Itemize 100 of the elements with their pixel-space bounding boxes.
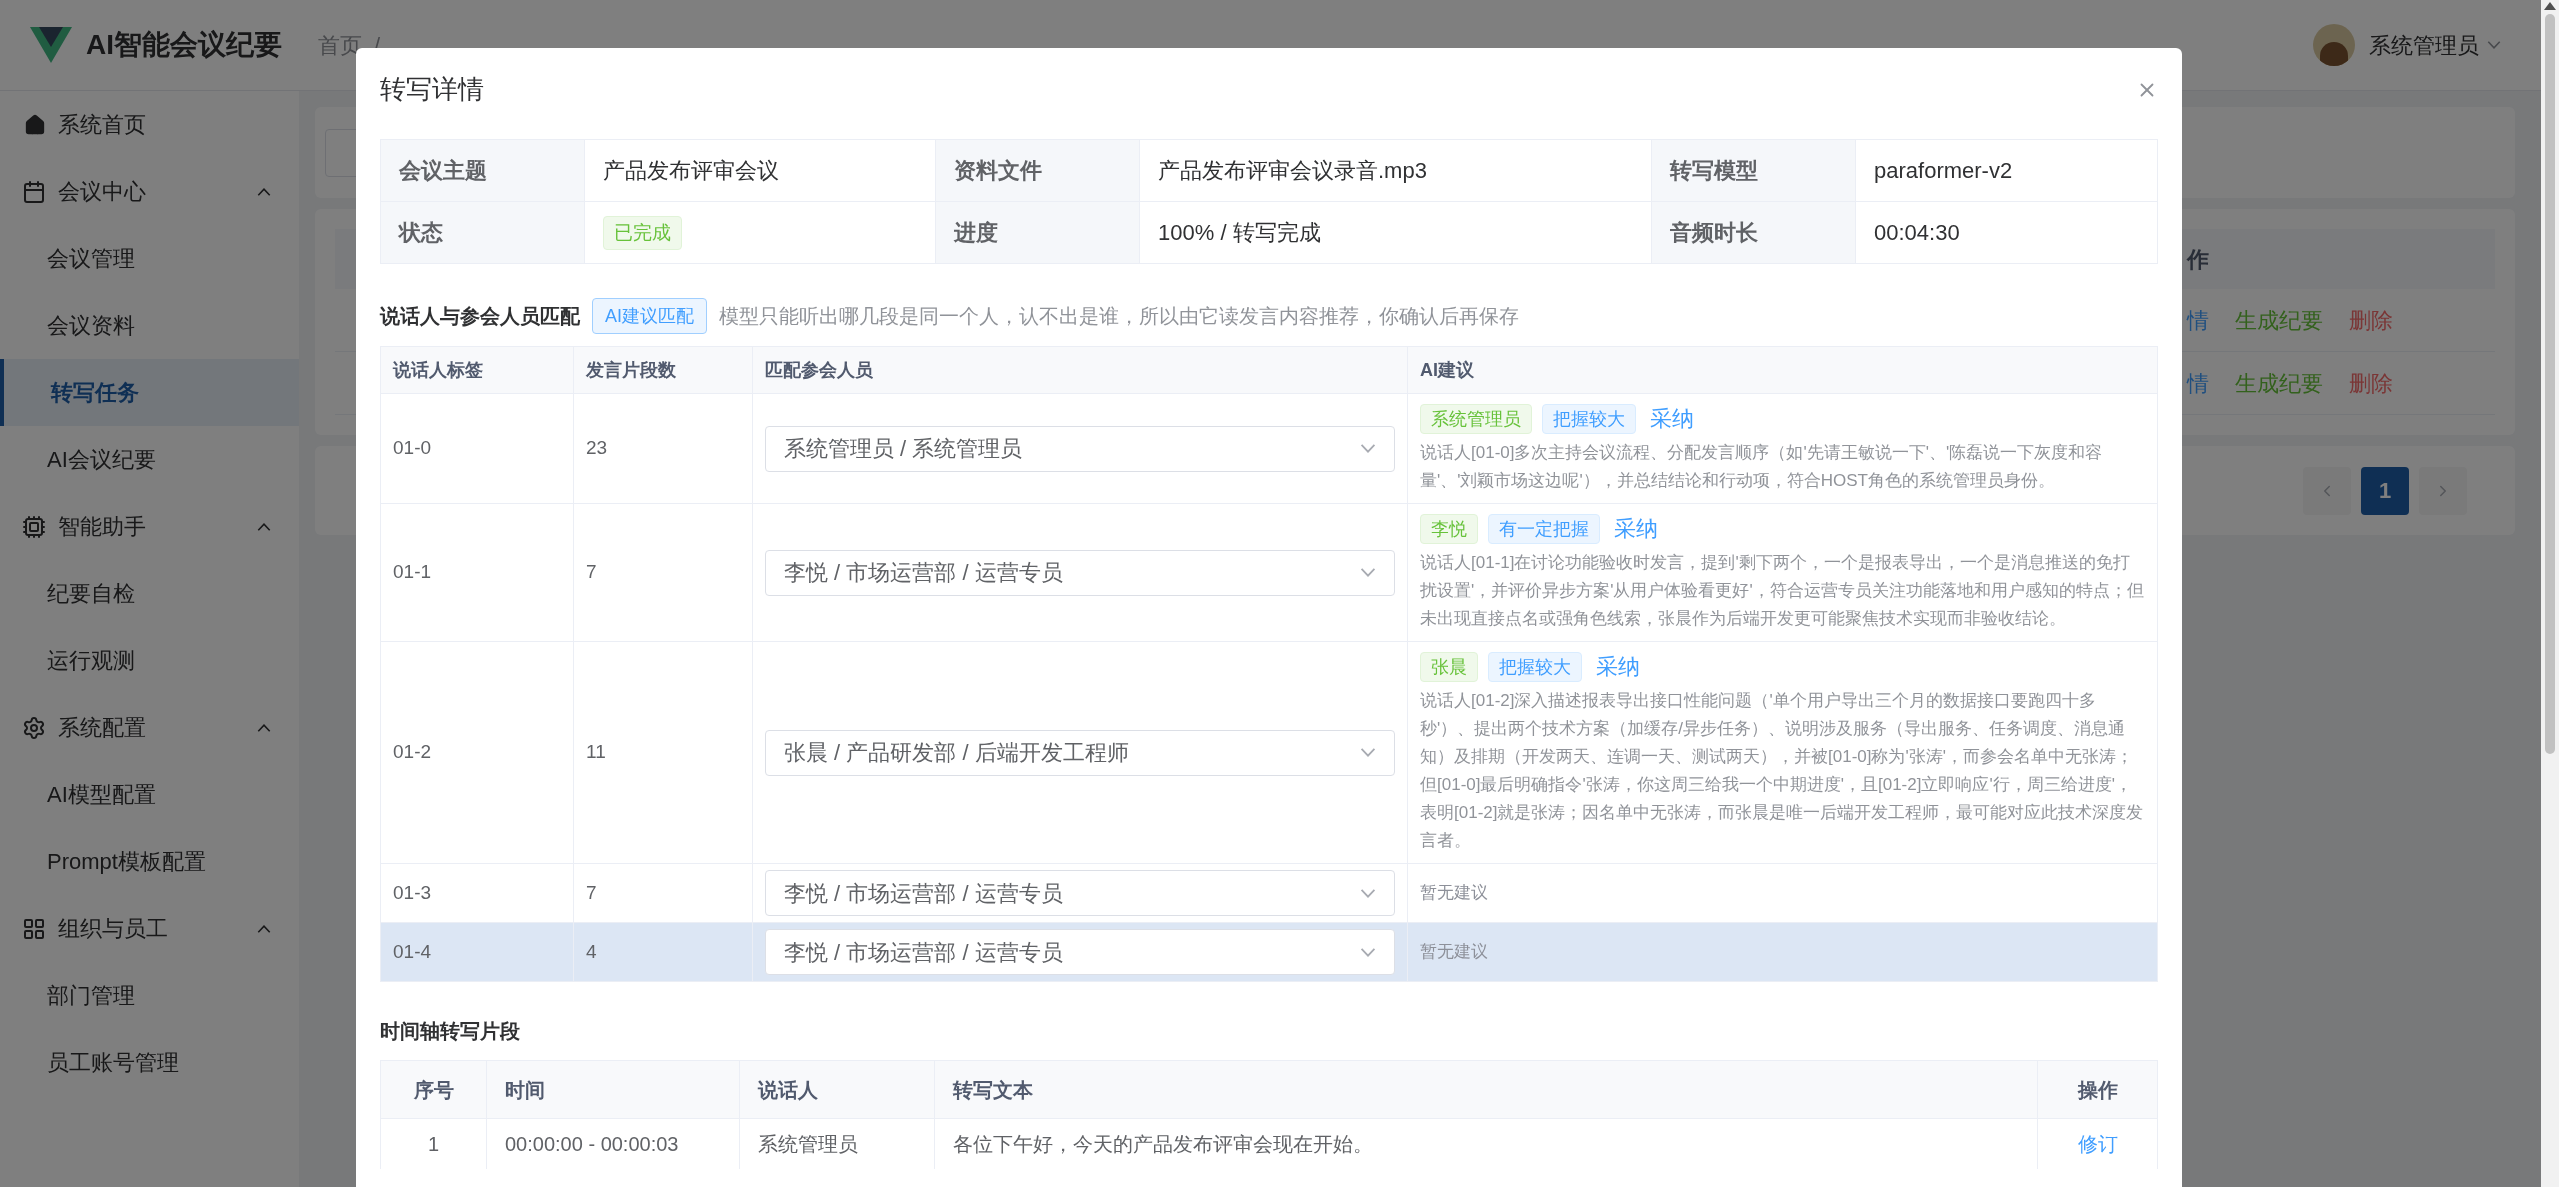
sidebar-group[interactable]: 会议中心	[0, 158, 299, 225]
sidebar-item[interactable]: 部门管理	[0, 962, 299, 1029]
info-value: paraformer-v2	[1874, 157, 2013, 185]
page-button[interactable]: 1	[2361, 466, 2409, 515]
info-value: 00:04:30	[1874, 219, 1960, 247]
suggestion-reason: 说话人[01-1]在讨论功能验收时发言，提到'剩下两个，一个是报表导出，一个是消息推送的免打扰设置'，并评价异步方案'从用户体验看更好'，符合运营专员关注功能落地和用户感知的特点；但未出现直接点名或强角色线索，张晨作为后端开发更可能聚焦技术实现而非验收结论。	[1420, 552, 2145, 630]
confidence-tag: 有一定把握	[1488, 513, 1600, 544]
name-tag: 李悦	[1420, 513, 1478, 544]
transcript-text: 各位下午好，今天的产品发布评审会现在开始。	[953, 1132, 1373, 1157]
sidebar-item[interactable]: Prompt模板配置	[0, 828, 299, 895]
chevron-up-icon	[257, 924, 271, 933]
sidebar-item[interactable]: 纪要自检	[0, 560, 299, 627]
dialog-title: 转写详情	[380, 73, 484, 106]
column-header: 操作	[2077, 1077, 2118, 1103]
chevron-down-icon	[2487, 41, 2501, 49]
chevron-down-icon	[1360, 947, 1376, 957]
attendee-select[interactable]: 李悦 / 市场运营部 / 运营专员	[765, 929, 1395, 975]
suggestion-reason: 说话人[01-0]多次主持会议流程、分配发言顺序（如'先请王敏说一下'、'陈磊说一下灰度和容量'、'刘颖市场这边呢'），并总结结论和行动项，符合HOST角色的系统管理员身份。	[1420, 442, 2104, 492]
status-tag: 已完成	[603, 215, 682, 250]
info-value: 产品发布评审会议	[603, 157, 779, 185]
sidebar-item[interactable]: 系统首页	[0, 91, 299, 158]
info-label: 资料文件	[936, 140, 1140, 201]
confidence-tag: 把握较大	[1542, 403, 1636, 434]
column-header: 时间	[505, 1077, 545, 1103]
logo-icon	[30, 27, 72, 63]
sidebar-item[interactable]: 运行观测	[0, 627, 299, 694]
group-label: 系统配置	[58, 714, 147, 742]
column-header: AI建议	[1420, 358, 1474, 382]
chip-icon	[22, 514, 46, 539]
section-title: 时间轴转写片段	[380, 1020, 520, 1042]
sidebar-item[interactable]: 会议管理	[0, 225, 299, 292]
sidebar-item[interactable]: AI会议纪要	[0, 426, 299, 493]
sidebar-group[interactable]: 智能助手	[0, 493, 299, 560]
attendee-select[interactable]: 张晨 / 产品研发部 / 后端开发工程师	[765, 729, 1395, 776]
calendar-icon	[22, 179, 46, 204]
next-page-button[interactable]	[2419, 466, 2467, 515]
info-label: 进度	[936, 202, 1140, 263]
column-header: 序号	[413, 1077, 454, 1103]
column-header: 说话人	[758, 1077, 818, 1103]
info-label: 转写模型	[1652, 140, 1856, 201]
sidebar-item[interactable]: 转写任务	[0, 359, 299, 426]
grid-icon	[22, 916, 46, 941]
column-header: 作	[2187, 246, 2209, 272]
group-label: 组织与员工	[58, 915, 169, 943]
name-tag: 系统管理员	[1420, 403, 1532, 434]
chevron-up-icon	[257, 187, 271, 196]
sidebar-item[interactable]: 会议资料	[0, 292, 299, 359]
sidebar-item[interactable]: 员工账号管理	[0, 1029, 299, 1096]
revise-link[interactable]: 修订	[2077, 1129, 2118, 1159]
attendee-select[interactable]: 李悦 / 市场运营部 / 运营专员	[765, 549, 1395, 596]
attendee-select[interactable]: 系统管理员 / 系统管理员	[765, 425, 1395, 472]
chevron-down-icon	[1360, 888, 1376, 898]
chevron-down-icon	[1360, 568, 1376, 577]
suggestion-reason: 说话人[01-2]深入描述报表导出接口性能问题（'单个用户导出三个月的数据接口要跑四十多秒'）、提出两个技术方案（加缓存/异步任务）、说明涉及服务（导出服务、任务调度、消息通知）及排期（开发两天、连调一天、测试两天），并被[01-0]称为'张涛'，而参会名单中无张涛；但[01-0]最后明确指令'张涛，你这周三给我一个中期进度'，且[01-2]立即响应'行，周三给进度'，表明[01-2]就是张涛；因名单中无张涛，而张晨是唯一后端开发工程师，最可能对应此技术深度发言者。	[1420, 690, 2145, 852]
speaker-label: 01-4	[393, 939, 432, 964]
prev-page-button[interactable]	[2303, 466, 2351, 515]
no-suggestion-text: 暂无建议	[1420, 882, 1489, 905]
sidebar-group[interactable]: 系统配置	[0, 694, 299, 761]
sidebar-item[interactable]: AI模型配置	[0, 761, 299, 828]
column-header: 说话人标签	[393, 358, 483, 382]
info-value: 产品发布评审会议录音.mp3	[1158, 157, 1427, 185]
segment-count: 11	[586, 740, 606, 765]
adopt-link[interactable]: 采纳	[1596, 650, 1640, 683]
chevron-down-icon	[1360, 748, 1376, 757]
segment-count: 4	[586, 939, 597, 964]
adopt-link[interactable]: 采纳	[1614, 512, 1658, 545]
ai-suggest-button[interactable]: AI建议匹配	[592, 298, 707, 334]
chevron-up-icon	[257, 522, 271, 531]
segment-count: 7	[586, 560, 597, 585]
avatar-icon	[2313, 24, 2355, 66]
info-value: 100% / 转写完成	[1158, 219, 1321, 247]
group-label: 智能助手	[58, 513, 147, 541]
sidebar-group[interactable]: 组织与员工	[0, 895, 299, 962]
column-header: 发言片段数	[586, 358, 676, 382]
column-header: 匹配参会人员	[765, 358, 873, 382]
user-name[interactable]: 系统管理员	[2369, 28, 2479, 62]
chevron-down-icon	[1360, 444, 1376, 453]
chevron-up-icon	[257, 723, 271, 732]
speaker-label: 01-0	[393, 436, 432, 461]
home-icon	[24, 113, 46, 136]
section-title: 说话人与参会人员匹配	[380, 304, 580, 329]
confidence-tag: 把握较大	[1488, 651, 1582, 682]
segment-count: 7	[586, 880, 597, 905]
speaker-label: 01-3	[393, 880, 432, 905]
gear-icon	[22, 715, 46, 740]
speaker-cell-text: 系统管理员	[758, 1132, 858, 1157]
no-suggestion-text: 暂无建议	[1420, 941, 1489, 964]
name-tag: 张晨	[1420, 651, 1478, 682]
index-cell-text: 1	[427, 1132, 440, 1157]
info-label: 会议主题	[381, 140, 585, 201]
app-title: AI智能会议纪要	[86, 28, 282, 62]
speaker-label: 01-1	[393, 560, 432, 585]
attendee-select[interactable]: 李悦 / 市场运营部 / 运营专员	[765, 870, 1395, 916]
column-header: 转写文本	[953, 1077, 1033, 1103]
adopt-link[interactable]: 采纳	[1650, 402, 1694, 435]
segment-count: 23	[586, 436, 608, 461]
hint-text: 模型只能听出哪几段是同一个人，认不出是谁，所以由它读发言内容推荐，你确认后再保存	[719, 304, 1519, 329]
speaker-label: 01-2	[393, 740, 432, 765]
group-label: 会议中心	[58, 178, 147, 206]
info-label: 音频时长	[1652, 202, 1856, 263]
